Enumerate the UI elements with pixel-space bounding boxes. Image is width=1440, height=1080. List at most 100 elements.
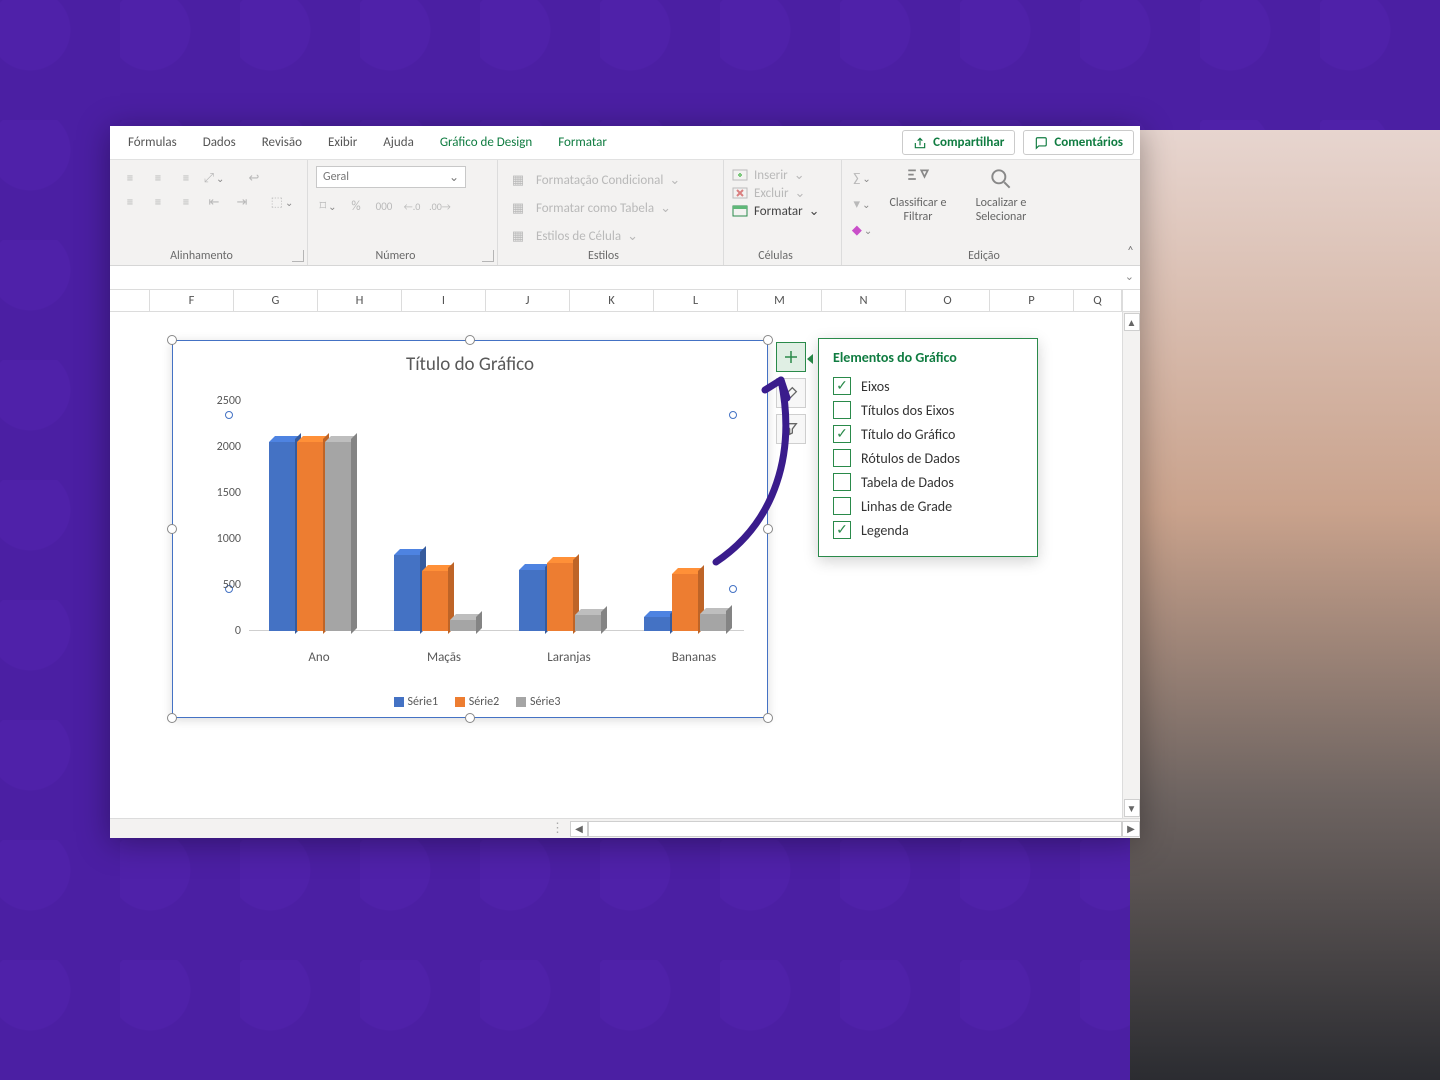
- find-select-button[interactable]: Localizar e Selecionar: [962, 166, 1040, 224]
- ribbon-tab-formatar[interactable]: Formatar: [546, 129, 619, 156]
- bar-series1[interactable]: [394, 555, 420, 631]
- select-all-corner[interactable]: [110, 290, 150, 311]
- elements-option-eixos[interactable]: ✓Eixos: [833, 374, 1023, 398]
- cell-styles-button[interactable]: ▦ Estilos de Célula ⌄: [506, 222, 715, 250]
- chart-filters-button[interactable]: [776, 414, 806, 444]
- bar-series2[interactable]: [672, 574, 698, 631]
- wrap-text-icon[interactable]: ↩: [244, 168, 264, 188]
- checkbox[interactable]: ✓: [833, 377, 851, 395]
- elements-option-titulo_grafico[interactable]: ✓Título do Gráfico: [833, 422, 1023, 446]
- resize-handle[interactable]: [465, 335, 475, 345]
- resize-handle[interactable]: [763, 335, 773, 345]
- column-header[interactable]: L: [654, 290, 738, 311]
- dialog-launcher-icon[interactable]: [292, 250, 304, 262]
- ribbon-tab-revisao[interactable]: Revisão: [250, 129, 314, 156]
- align-middle-icon[interactable]: ≡: [148, 168, 168, 188]
- checkbox[interactable]: ✓: [833, 521, 851, 539]
- bar-series3[interactable]: [575, 615, 601, 631]
- bar-series1[interactable]: [519, 570, 545, 631]
- chart-legend[interactable]: Série1 Série2 Série3: [173, 695, 767, 709]
- ribbon-tab-formulas[interactable]: Fórmulas: [116, 129, 189, 156]
- sheet-tab-area[interactable]: ⋮: [110, 821, 570, 836]
- scrollbar-track[interactable]: [588, 821, 1122, 837]
- chart-elements-button[interactable]: [776, 342, 806, 372]
- ribbon-tab-exibir[interactable]: Exibir: [316, 129, 369, 156]
- column-header[interactable]: F: [150, 290, 234, 311]
- column-header[interactable]: H: [318, 290, 402, 311]
- elements-option-rotulos_dados[interactable]: Rótulos de Dados: [833, 446, 1023, 470]
- decrease-indent-icon[interactable]: ⇤: [204, 192, 224, 212]
- elements-option-linhas_grade[interactable]: Linhas de Grade: [833, 494, 1023, 518]
- comma-format-icon[interactable]: 000: [374, 196, 394, 216]
- resize-handle[interactable]: [465, 713, 475, 723]
- bar-series3[interactable]: [450, 620, 476, 631]
- elements-option-legenda[interactable]: ✓Legenda: [833, 518, 1023, 542]
- column-header[interactable]: J: [486, 290, 570, 311]
- scroll-up-button[interactable]: ▲: [1124, 313, 1140, 331]
- formula-bar[interactable]: ⌄: [110, 266, 1140, 290]
- ribbon-tab-dados[interactable]: Dados: [191, 129, 248, 156]
- elements-option-titulos_eixos[interactable]: Títulos dos Eixos: [833, 398, 1023, 422]
- resize-handle[interactable]: [167, 524, 177, 534]
- accounting-format-icon[interactable]: ⌑: [318, 196, 338, 216]
- checkbox[interactable]: [833, 401, 851, 419]
- number-format-select[interactable]: Geral ⌄: [316, 166, 466, 188]
- decrease-decimal-icon[interactable]: .00→: [430, 196, 450, 216]
- align-top-icon[interactable]: ≡: [120, 168, 140, 188]
- checkbox[interactable]: [833, 449, 851, 467]
- share-button[interactable]: Compartilhar: [902, 130, 1015, 155]
- embedded-chart[interactable]: Título do Gráfico 0 500 1000 1500 2000 2…: [172, 340, 768, 718]
- checkbox[interactable]: [833, 473, 851, 491]
- ribbon-tab-ajuda[interactable]: Ajuda: [371, 129, 426, 156]
- autosum-icon[interactable]: ∑: [852, 168, 872, 188]
- bar-series2[interactable]: [297, 442, 323, 631]
- bar-series3[interactable]: [700, 614, 726, 631]
- formula-bar-expand-icon[interactable]: ⌄: [1125, 270, 1134, 283]
- resize-handle[interactable]: [763, 713, 773, 723]
- bar-series3[interactable]: [325, 442, 351, 631]
- increase-indent-icon[interactable]: ⇥: [232, 192, 252, 212]
- vertical-scrollbar[interactable]: ▲ ▼: [1122, 312, 1140, 818]
- conditional-formatting-button[interactable]: ▦ Formatação Condicional ⌄: [506, 166, 715, 194]
- percent-format-icon[interactable]: %: [346, 196, 366, 216]
- column-header[interactable]: M: [738, 290, 822, 311]
- scroll-left-button[interactable]: ◀: [570, 821, 588, 837]
- cells-delete-button[interactable]: Excluir ⌄: [732, 184, 833, 202]
- chart-styles-button[interactable]: [776, 378, 806, 408]
- clear-icon[interactable]: ◆: [852, 220, 872, 240]
- cells-format-button[interactable]: Formatar ⌄: [732, 202, 833, 220]
- column-header[interactable]: P: [990, 290, 1074, 311]
- bar-cluster[interactable]: [269, 442, 369, 631]
- ribbon-collapse-icon[interactable]: ˄: [1127, 244, 1134, 259]
- bar-series1[interactable]: [644, 617, 670, 631]
- ribbon-tab-grafico-design[interactable]: Gráfico de Design: [428, 129, 544, 156]
- resize-handle[interactable]: [167, 335, 177, 345]
- horizontal-scrollbar[interactable]: ⋮ ◀ ▶: [110, 818, 1140, 838]
- column-header[interactable]: G: [234, 290, 318, 311]
- column-header[interactable]: I: [402, 290, 486, 311]
- format-as-table-button[interactable]: ▦ Formatar como Tabela ⌄: [506, 194, 715, 222]
- comments-button[interactable]: Comentários: [1023, 130, 1134, 155]
- bar-series2[interactable]: [422, 571, 448, 631]
- align-center-icon[interactable]: ≡: [148, 192, 168, 212]
- bar-cluster[interactable]: [644, 574, 744, 631]
- bar-cluster[interactable]: [519, 563, 619, 631]
- merge-center-icon[interactable]: ⬚: [272, 192, 292, 212]
- scroll-right-button[interactable]: ▶: [1122, 821, 1140, 837]
- column-header[interactable]: K: [570, 290, 654, 311]
- scroll-down-button[interactable]: ▼: [1124, 799, 1140, 817]
- increase-decimal-icon[interactable]: ←.0: [402, 196, 422, 216]
- chart-y-axis[interactable]: 0 500 1000 1500 2000 2500: [203, 401, 247, 631]
- bar-cluster[interactable]: [394, 555, 494, 631]
- column-header[interactable]: O: [906, 290, 990, 311]
- orientation-icon[interactable]: ⤢: [204, 168, 224, 188]
- dialog-launcher-icon[interactable]: [482, 250, 494, 262]
- bar-series1[interactable]: [269, 442, 295, 631]
- bar-series2[interactable]: [547, 563, 573, 631]
- resize-handle[interactable]: [763, 524, 773, 534]
- chart-plot-area[interactable]: Ano Maçãs Laranjas Bananas: [249, 401, 744, 631]
- align-right-icon[interactable]: ≡: [176, 192, 196, 212]
- resize-handle[interactable]: [167, 713, 177, 723]
- fill-icon[interactable]: ▾: [852, 194, 872, 214]
- cells-insert-button[interactable]: Inserir ⌄: [732, 166, 833, 184]
